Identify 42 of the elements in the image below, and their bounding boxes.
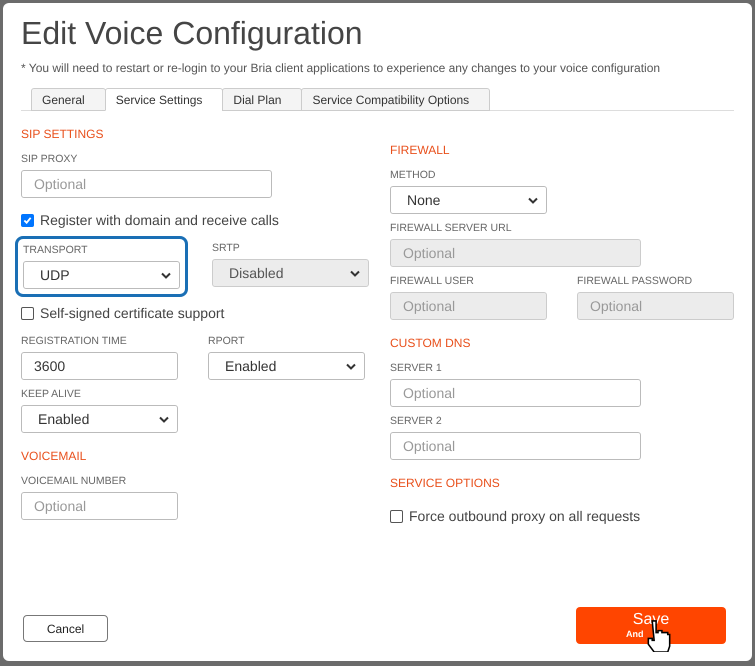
section-heading: VOICEMAIL bbox=[21, 448, 88, 465]
tab[interactable]: General bbox=[31, 88, 106, 111]
dialog-title: Edit Voice Configuration bbox=[21, 14, 364, 53]
field-label: TRANSPORT bbox=[23, 244, 89, 256]
checkbox[interactable] bbox=[21, 214, 34, 226]
checkbox[interactable] bbox=[390, 510, 403, 522]
cancel-button[interactable]: Cancel bbox=[23, 615, 108, 642]
chevron-down-icon bbox=[161, 272, 171, 278]
section-heading: SIP SETTINGS bbox=[21, 126, 104, 143]
input-field[interactable]: 3600 bbox=[21, 352, 178, 380]
field-label: FIREWALL USER bbox=[390, 275, 475, 287]
dropdown[interactable]: Enabled bbox=[208, 352, 365, 380]
chevron-down-icon bbox=[350, 270, 360, 276]
checkbox-label: Force outbound proxy on all requests bbox=[409, 506, 640, 526]
dropdown[interactable]: UDP bbox=[23, 261, 180, 289]
dropdown[interactable]: Enabled bbox=[21, 405, 178, 433]
tab[interactable]: Dial Plan bbox=[222, 88, 302, 111]
checkbox-label: Self-signed certificate support bbox=[40, 304, 224, 323]
notice-text: * You will need to restart or re-login to your Bria client applications to experience any changes to your voice configuration bbox=[21, 60, 662, 77]
field-label: RPORT bbox=[208, 335, 246, 347]
field-label: SERVER 1 bbox=[390, 362, 443, 374]
field-label: SIP PROXY bbox=[21, 153, 78, 165]
chevron-down-icon bbox=[346, 362, 356, 370]
checkmark-icon bbox=[23, 216, 32, 224]
tab[interactable]: Service Compatibility Options bbox=[301, 88, 490, 111]
section-heading: SERVICE OPTIONS bbox=[390, 475, 501, 492]
chevron-down-icon bbox=[528, 196, 538, 204]
field-label: SRTP bbox=[212, 242, 241, 254]
field-label: SERVER 2 bbox=[390, 415, 443, 427]
chevron-down-icon bbox=[159, 416, 169, 422]
tab[interactable]: Service Settings bbox=[104, 88, 224, 111]
field-label: REGISTRATION TIME bbox=[21, 335, 128, 347]
field-label: FIREWALL PASSWORD bbox=[577, 275, 694, 287]
section-heading: CUSTOM DNS bbox=[390, 335, 472, 352]
checkbox[interactable] bbox=[21, 306, 34, 320]
field-label: VOICEMAIL NUMBER bbox=[21, 475, 128, 487]
field-label: KEEP ALIVE bbox=[21, 388, 82, 400]
field-label: FIREWALL SERVER URL bbox=[390, 222, 513, 234]
dropdown[interactable]: None bbox=[390, 186, 547, 214]
section-heading: FIREWALL bbox=[390, 142, 451, 159]
checkbox-label: Register with domain and receive calls bbox=[40, 210, 279, 230]
field-label: METHOD bbox=[390, 169, 436, 181]
